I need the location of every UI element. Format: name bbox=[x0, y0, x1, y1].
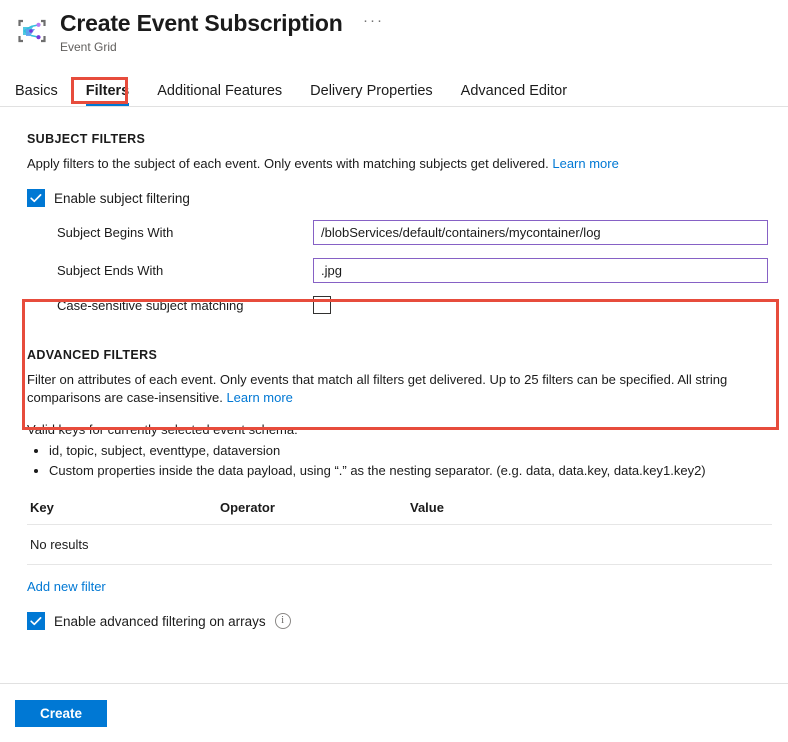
enable-advanced-filtering-arrays-checkbox[interactable] bbox=[27, 612, 45, 630]
page-subtitle: Event Grid bbox=[60, 40, 384, 55]
page-title: Create Event Subscription bbox=[60, 10, 343, 37]
list-item: id, topic, subject, eventtype, dataversi… bbox=[49, 441, 774, 460]
main-content: SUBJECT FILTERS Apply filters to the sub… bbox=[0, 132, 788, 630]
table-header-row: Key Operator Value bbox=[27, 496, 772, 525]
column-header-key: Key bbox=[30, 500, 220, 515]
tab-basics[interactable]: Basics bbox=[15, 83, 58, 106]
enable-advanced-filtering-arrays-label[interactable]: Enable advanced filtering on arrays bbox=[54, 614, 266, 629]
case-sensitive-matching-label: Case-sensitive subject matching bbox=[57, 298, 313, 313]
add-new-filter-link[interactable]: Add new filter bbox=[27, 579, 106, 594]
tab-additional-features-label: Additional Features bbox=[157, 83, 282, 99]
column-header-operator: Operator bbox=[220, 500, 410, 515]
subject-filters-heading: SUBJECT FILTERS bbox=[27, 132, 774, 146]
tab-delivery-properties-label: Delivery Properties bbox=[310, 83, 433, 99]
advanced-filters-description-text: Filter on attributes of each event. Only… bbox=[27, 372, 727, 405]
tab-additional-features[interactable]: Additional Features bbox=[157, 83, 282, 106]
subject-begins-with-row: Subject Begins With bbox=[27, 220, 774, 245]
case-sensitive-matching-row: Case-sensitive subject matching bbox=[27, 296, 774, 314]
create-button[interactable]: Create bbox=[15, 700, 107, 727]
subject-begins-with-label: Subject Begins With bbox=[57, 225, 313, 240]
enable-subject-filtering-label[interactable]: Enable subject filtering bbox=[54, 191, 190, 206]
table-row: No results bbox=[27, 525, 772, 565]
tab-basics-label: Basics bbox=[15, 83, 58, 99]
table-empty-text: No results bbox=[30, 537, 89, 552]
subject-ends-with-input[interactable] bbox=[313, 258, 768, 283]
tab-filters[interactable]: Filters bbox=[86, 83, 130, 106]
tab-advanced-editor-label: Advanced Editor bbox=[461, 83, 567, 99]
valid-keys-list: id, topic, subject, eventtype, dataversi… bbox=[27, 441, 774, 480]
tab-bar-divider bbox=[0, 106, 788, 107]
tab-bar: Basics Filters Additional Features Deliv… bbox=[0, 74, 788, 106]
more-options-icon[interactable]: ··· bbox=[363, 7, 384, 34]
advanced-filters-table: Key Operator Value No results bbox=[27, 496, 772, 565]
list-item: Custom properties inside the data payloa… bbox=[49, 461, 774, 480]
enable-subject-filtering-row[interactable]: Enable subject filtering bbox=[27, 189, 774, 207]
valid-keys-intro: Valid keys for currently selected event … bbox=[27, 421, 774, 439]
tab-delivery-properties[interactable]: Delivery Properties bbox=[310, 83, 433, 106]
subject-ends-with-label: Subject Ends With bbox=[57, 263, 313, 278]
subject-filters-highlight-box bbox=[22, 299, 779, 430]
page-footer: Create bbox=[0, 683, 788, 742]
advanced-filters-learn-more-link[interactable]: Learn more bbox=[226, 390, 292, 405]
subject-filters-description: Apply filters to the subject of each eve… bbox=[27, 155, 774, 173]
subject-filters-learn-more-link[interactable]: Learn more bbox=[552, 156, 618, 171]
enable-subject-filtering-checkbox[interactable] bbox=[27, 189, 45, 207]
tab-advanced-editor[interactable]: Advanced Editor bbox=[461, 83, 567, 106]
subject-filters-description-text: Apply filters to the subject of each eve… bbox=[27, 156, 549, 171]
event-grid-icon bbox=[14, 13, 50, 49]
subject-ends-with-row: Subject Ends With bbox=[27, 258, 774, 283]
info-icon[interactable]: i bbox=[275, 613, 291, 629]
advanced-filters-heading: ADVANCED FILTERS bbox=[27, 348, 774, 362]
advanced-filters-description: Filter on attributes of each event. Only… bbox=[27, 371, 772, 407]
column-header-value: Value bbox=[410, 500, 772, 515]
enable-advanced-filtering-arrays-row[interactable]: Enable advanced filtering on arrays i bbox=[27, 612, 774, 630]
tab-filters-label: Filters bbox=[86, 83, 130, 99]
page-header: Create Event Subscription ··· Event Grid bbox=[0, 0, 788, 62]
case-sensitive-matching-checkbox[interactable] bbox=[313, 296, 331, 314]
subject-begins-with-input[interactable] bbox=[313, 220, 768, 245]
